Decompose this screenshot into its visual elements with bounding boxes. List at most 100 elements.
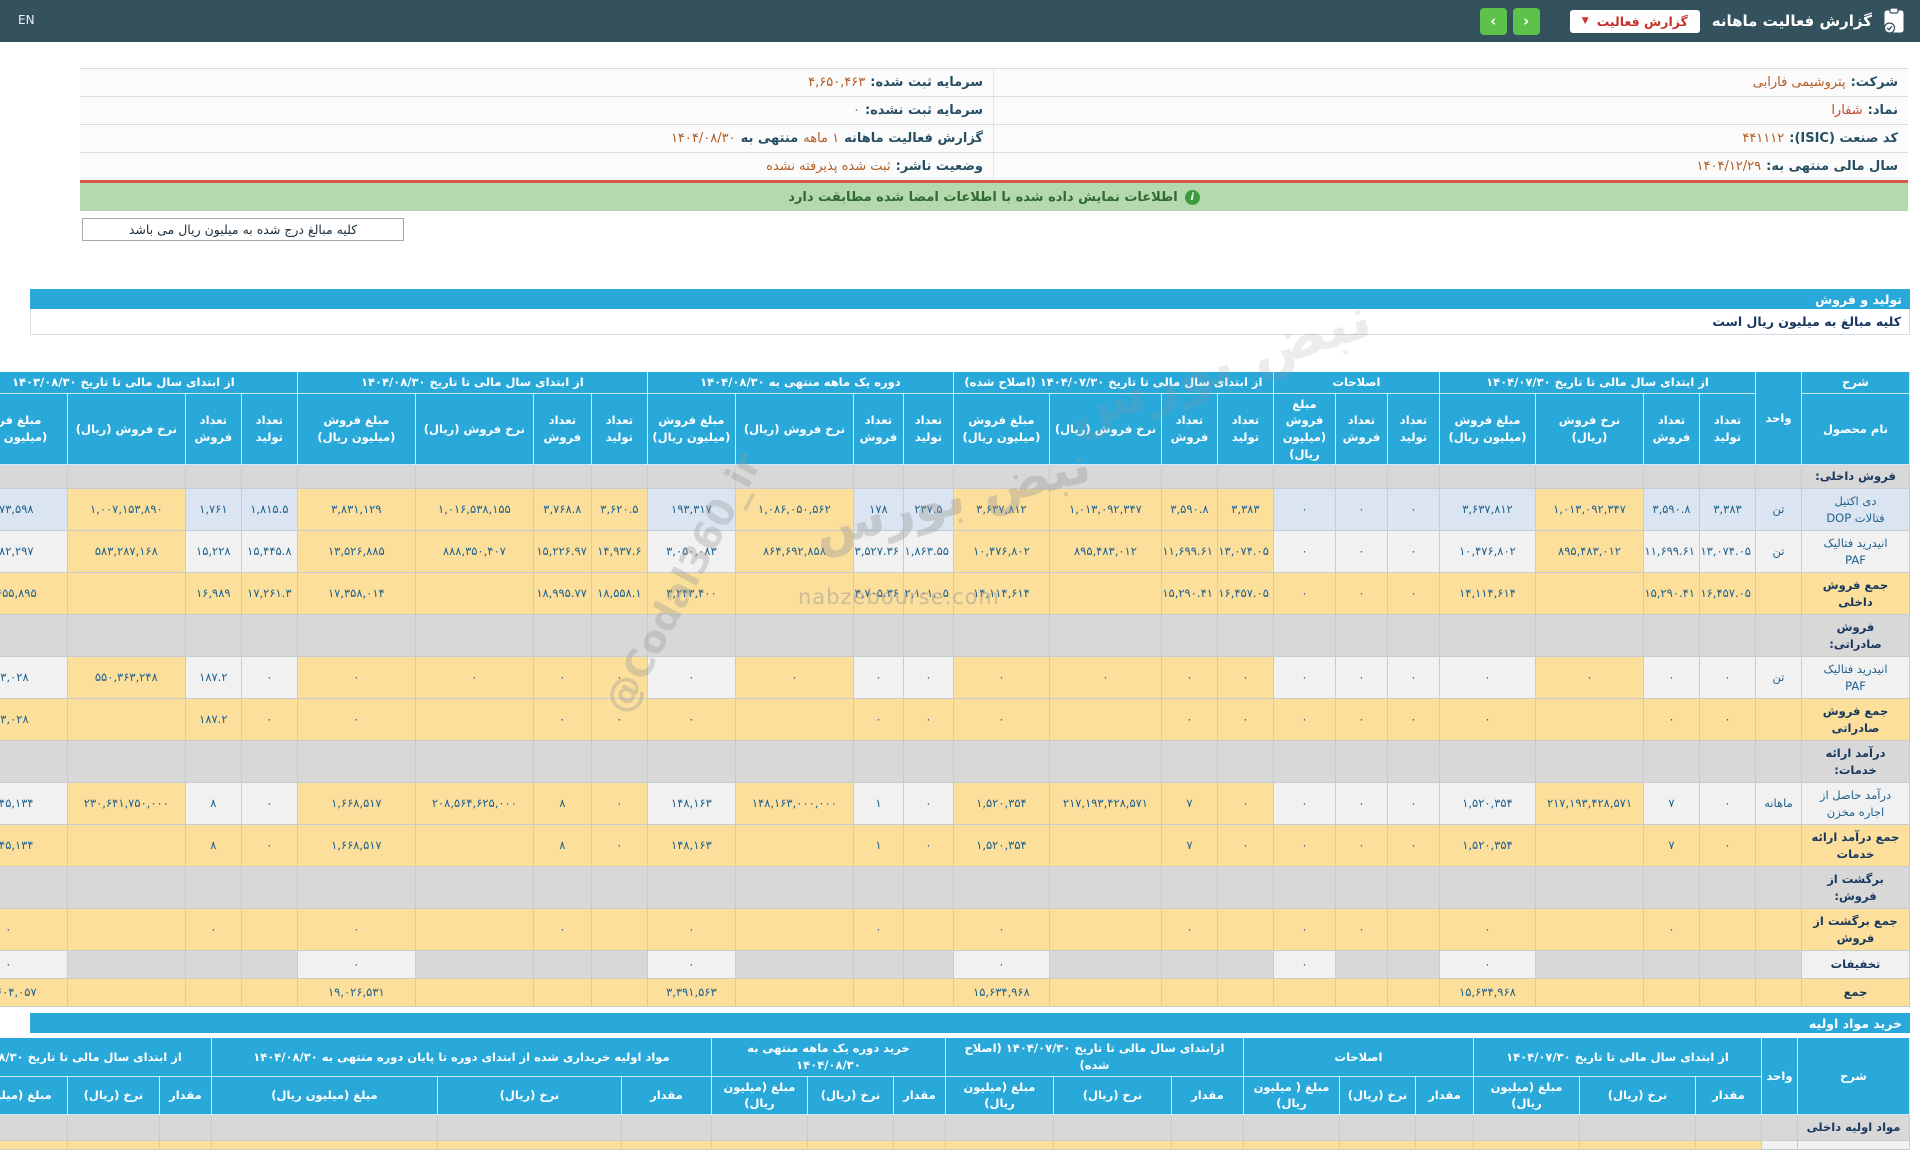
- table-cell: [806, 1140, 894, 1150]
- value-cell: [1535, 824, 1644, 868]
- col-header: نرخ (ریال): [436, 1075, 622, 1116]
- value-cell: ۰: [646, 698, 736, 742]
- value-cell: ۱۸,۵۵۸.۱: [590, 572, 648, 616]
- publisher-status-value: ثبت شده پذیرفته نشده: [766, 159, 891, 174]
- prev-report-button[interactable]: ‹: [1479, 7, 1507, 35]
- header-col-row: مقدار نرخ (ریال) مبلغ (میلیون ریال) مقدار نر…: [0, 1075, 1910, 1116]
- col-header: مبلغ فروش (میلیون ریال): [0, 392, 68, 466]
- value-cell: ۰: [1272, 530, 1336, 574]
- value-cell: ۰: [1334, 824, 1388, 868]
- table-cell: [532, 740, 592, 784]
- value-cell: ۱۴۸,۱۶۳,۰۰۰,۰۰۰: [734, 782, 854, 826]
- period-group-header: اصلاحات: [1242, 1037, 1475, 1077]
- row-total-returns: جمع برگشت از فروش ۰ ۰ ۰ ۰ ۰ ۰ ۰ ۰ ۰ ۰ ۰ ۰: [0, 908, 1910, 952]
- value-cell: ۰: [1643, 908, 1700, 952]
- value-cell: ۰: [0, 908, 68, 952]
- table-cell: [734, 464, 854, 490]
- table-cell: [1473, 1140, 1580, 1150]
- unregistered-capital-label: سرمایه ثبت نشده:: [864, 103, 983, 118]
- value-cell: ۸,۸۸۲,۲۹۷: [0, 530, 68, 574]
- report-nav-buttons: ‹ ›: [1479, 7, 1540, 35]
- table-cell: [590, 464, 648, 490]
- value-cell: ۰: [240, 698, 298, 742]
- table-cell: [0, 1140, 68, 1150]
- table-cell: [1334, 464, 1388, 490]
- value-cell: ۰: [1216, 698, 1274, 742]
- symbol-label: نماد:: [1867, 103, 1898, 118]
- table-cell: [1216, 614, 1274, 658]
- table-cell: [436, 1114, 622, 1142]
- value-cell: [1535, 572, 1644, 616]
- value-cell: [1160, 978, 1218, 1008]
- table-cell: [1535, 464, 1644, 490]
- row-tank-rental: درآمد حاصل از اجاره مخزن ماهانه ۰ ۷ ۲۱۷,۱۹۳,…: [0, 782, 1910, 826]
- publisher-status-label: وضعیت ناشر:: [895, 159, 983, 174]
- row-label: جمع فروش صادراتی: [1801, 698, 1910, 742]
- value-cell: ۰: [1386, 824, 1440, 868]
- table-cell: [892, 1140, 946, 1150]
- value-cell: ۲۳۰,۶۴۱,۷۵۰,۰۰۰: [66, 782, 186, 826]
- value-cell: [532, 978, 592, 1008]
- row-section-domestic: فروش داخلی:: [0, 464, 1910, 490]
- table-cell: [1438, 740, 1537, 784]
- value-cell: ۱,۸۴۵,۱۳۴: [0, 782, 68, 826]
- value-cell: ۸۹۵,۴۸۳,۰۱۲: [1535, 530, 1644, 574]
- col-header: تعداد تولید: [590, 392, 648, 466]
- report-period-length: ۱ ماهه: [803, 131, 840, 146]
- table-cell: [1386, 866, 1440, 910]
- table-cell: [210, 1140, 438, 1150]
- report-type-dropdown[interactable]: ▼ گزارش فعالیت: [1569, 9, 1700, 33]
- value-cell: [184, 978, 242, 1008]
- value-cell: ۰: [646, 950, 736, 980]
- value-cell: [734, 950, 854, 980]
- table-cell: [0, 740, 68, 784]
- language-toggle-en[interactable]: EN: [18, 13, 35, 27]
- value-cell: [1643, 978, 1700, 1008]
- value-cell: ۰: [952, 950, 1050, 980]
- value-cell: ۰: [646, 656, 736, 700]
- period-group-header: اصلاحات: [1272, 371, 1440, 394]
- table-cell: [66, 1114, 160, 1142]
- row-label: جمع: [1801, 978, 1910, 1008]
- unit-cell: [1755, 950, 1802, 980]
- value-cell: ۰: [184, 908, 242, 952]
- row-label: تخفیفات: [1801, 950, 1910, 980]
- value-cell: ۰: [952, 908, 1050, 952]
- value-cell: ۱,۸۱۵.۵: [240, 488, 298, 532]
- table-cell: [1699, 740, 1756, 784]
- value-cell: ۰: [1386, 572, 1440, 616]
- table-cell: [1242, 1114, 1341, 1142]
- period-group-header: دوره یک ماهه منتهی به ۱۴۰۴/۰۸/۳۰: [646, 371, 954, 394]
- next-report-button[interactable]: ›: [1512, 7, 1540, 35]
- table-cell: [184, 866, 242, 910]
- value-cell: ۳,۷۰۵.۳۶: [852, 572, 904, 616]
- value-cell: ۱۱,۶۹۹.۶۱: [1643, 530, 1700, 574]
- top-bar-right: ‹ › ▼ گزارش فعالیت گزارش فعالیت ماهانه: [1479, 0, 1906, 42]
- table-cell: [1048, 740, 1162, 784]
- col-header: مقدار: [892, 1075, 946, 1116]
- value-cell: ۰: [1272, 572, 1336, 616]
- value-cell: ۰: [1699, 698, 1756, 742]
- value-cell: [852, 978, 904, 1008]
- table-cell: [1216, 740, 1274, 784]
- period-group-header: از ابتدای سال مالی تا تاریخ ۱۴۰۴/۰۷/۳۰ (…: [952, 371, 1274, 394]
- table-cell: [1386, 740, 1440, 784]
- row-section-services: درآمد ارائه خدمات:: [0, 740, 1910, 784]
- unit-header: واحد: [1761, 1037, 1798, 1116]
- table-cell: [296, 866, 416, 910]
- table-cell: [1272, 866, 1336, 910]
- table-cell: [1643, 740, 1700, 784]
- value-cell: ۱۰۳,۰۲۸: [0, 698, 68, 742]
- col-header: مبلغ فروش (میلیون ریال): [1438, 392, 1537, 466]
- table-cell: [734, 866, 854, 910]
- col-header: تعداد فروش: [184, 392, 242, 466]
- value-cell: [1535, 950, 1644, 980]
- million-rial-subnote: کلیه مبالغ به میلیون ریال است: [30, 309, 1910, 335]
- raw-materials-table: شرح واحد از ابتدای سال مالی تا تاریخ ۱۴۰۴/…: [0, 1037, 1910, 1150]
- value-cell: ۰: [1216, 824, 1274, 868]
- table-cell: [1160, 614, 1218, 658]
- value-cell: [240, 950, 298, 980]
- table-cell: [1438, 614, 1537, 658]
- table-cell: [210, 1114, 438, 1142]
- row-total-domestic: جمع فروش داخلی ۱۶,۴۵۷.۰۵ ۱۵,۲۹۰.۴۱ ۱۴,۱۱۴,۶…: [0, 572, 1910, 616]
